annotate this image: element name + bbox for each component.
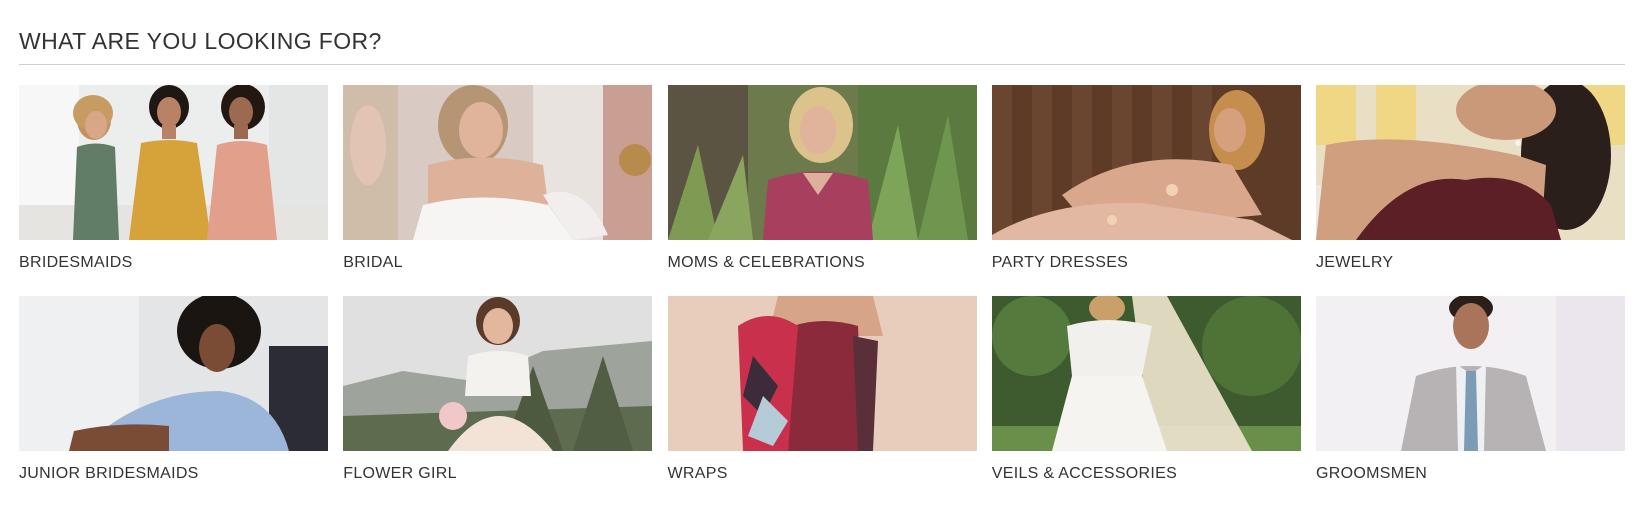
category-label: JEWELRY — [1316, 254, 1394, 271]
category-tile-flower-girl[interactable]: FLOWER GIRL — [343, 296, 653, 507]
category-label: BRIDESMAIDS — [19, 254, 133, 271]
category-tile-moms-celebrations[interactable]: MOMS & CELEBRATIONS — [667, 85, 977, 296]
category-tile-bridal[interactable]: BRIDAL — [343, 85, 653, 296]
category-grid: BRIDESMAIDS BRIDAL MOMS & CELEBRATIONS P… — [19, 85, 1625, 507]
category-tile-groomsmen[interactable]: GROOMSMEN — [1316, 296, 1625, 507]
woman-in-patterned-wrap-photo[interactable] — [667, 296, 977, 451]
category-tile-wraps[interactable]: WRAPS — [667, 296, 977, 507]
category-label: VEILS & ACCESSORIES — [991, 465, 1178, 482]
category-tile-party-dresses[interactable]: PARTY DRESSES — [991, 85, 1301, 296]
man-in-gray-suit-photo[interactable] — [1316, 296, 1625, 451]
girl-in-blue-ruffle-dress-photo[interactable] — [19, 296, 328, 451]
category-label: JUNIOR BRIDESMAIDS — [19, 465, 199, 482]
category-label: WRAPS — [667, 465, 728, 482]
section-title: WHAT ARE YOU LOOKING FOR? — [19, 28, 382, 54]
category-tile-jewelry[interactable]: JEWELRY — [1316, 85, 1625, 296]
category-label: PARTY DRESSES — [991, 254, 1129, 271]
category-label: MOMS & CELEBRATIONS — [667, 254, 865, 271]
category-label: BRIDAL — [343, 254, 403, 271]
category-tile-junior-bridesmaids[interactable]: JUNIOR BRIDESMAIDS — [19, 296, 328, 507]
woman-in-lace-dress-outdoors-photo[interactable] — [667, 85, 977, 240]
category-tile-veils-accessories[interactable]: VEILS & ACCESSORIES — [991, 296, 1301, 507]
category-tile-bridesmaids[interactable]: BRIDESMAIDS — [19, 85, 328, 296]
category-label: GROOMSMEN — [1316, 465, 1428, 482]
woman-wearing-earrings-and-necklace-photo[interactable] — [1316, 85, 1625, 240]
bride-in-strapless-gown-photo[interactable] — [343, 85, 653, 240]
bride-in-lace-veil-photo[interactable] — [991, 296, 1301, 451]
three-bridesmaids-photo[interactable] — [19, 85, 328, 240]
woman-in-sequin-gown-reclining-photo[interactable] — [991, 85, 1301, 240]
category-section: WHAT ARE YOU LOOKING FOR? BRIDESMAIDS BR… — [0, 0, 1644, 505]
category-label: FLOWER GIRL — [343, 465, 457, 482]
title-divider — [19, 64, 1625, 65]
girl-holding-bouquet-photo[interactable] — [343, 296, 653, 451]
